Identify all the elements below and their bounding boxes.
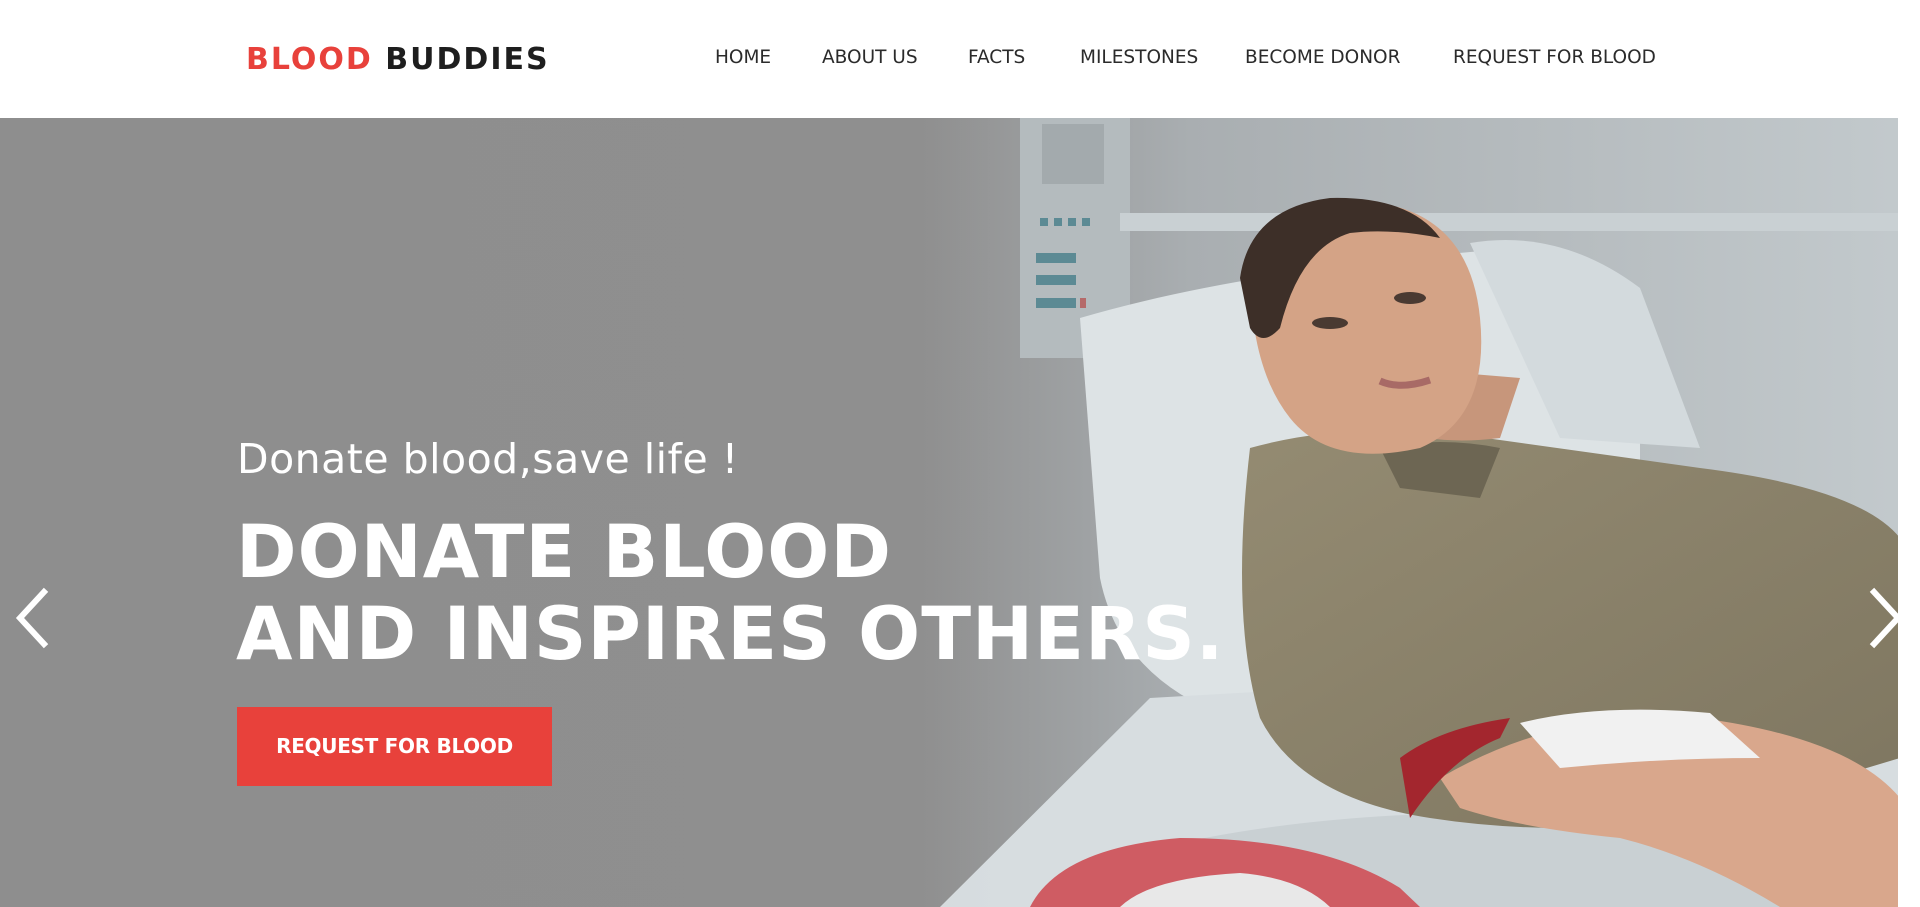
brand-logo-part1: BLOOD (246, 42, 373, 77)
request-blood-button[interactable]: REQUEST FOR BLOOD (237, 707, 552, 786)
nav-item-request-for-blood[interactable]: REQUEST FOR BLOOD (1453, 46, 1656, 70)
hero-headline-line1: DONATE BLOOD (236, 510, 892, 595)
nav-item-facts[interactable]: FACTS (968, 46, 1025, 70)
chevron-right-icon (1869, 587, 1903, 649)
nav-item-milestones[interactable]: MILESTONES (1080, 46, 1198, 70)
hero-slider: Donate blood,save life ! DONATE BLOOD AN… (0, 118, 1920, 907)
brand-logo-part2: BUDDIES (385, 42, 550, 77)
slider-next-button[interactable] (1866, 586, 1906, 650)
hero-subtitle: Donate blood,save life ! (237, 435, 739, 483)
hero-headline-line2: AND INSPIRES OTHERS. (236, 592, 1225, 677)
slider-prev-button[interactable] (12, 586, 52, 650)
chevron-left-icon (15, 587, 49, 649)
nav-item-become-donor[interactable]: BECOME DONOR (1245, 46, 1400, 70)
site-header: BLOOD BUDDIES HOME ABOUT US FACTS MILEST… (0, 0, 1920, 118)
hero-right-edge (1898, 118, 1920, 907)
page: BLOOD BUDDIES HOME ABOUT US FACTS MILEST… (0, 0, 1920, 907)
brand-logo[interactable]: BLOOD BUDDIES (246, 40, 550, 80)
nav-item-home[interactable]: HOME (715, 46, 771, 70)
hero-headline: DONATE BLOOD AND INSPIRES OTHERS. (236, 512, 1225, 676)
nav-item-about-us[interactable]: ABOUT US (822, 46, 918, 70)
